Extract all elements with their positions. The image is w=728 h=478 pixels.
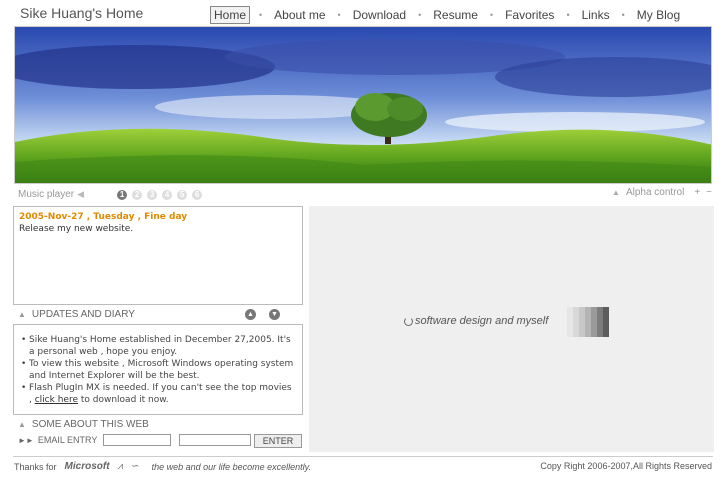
footer-credits: Thanks for Microsoft ⩘ ∽ the web and our… [14, 461, 311, 472]
music-player-label: Music player [18, 189, 75, 200]
site-title: Sike Huang's Home [20, 5, 144, 21]
flash-content-pane: software design and myself [309, 206, 714, 452]
track-6-button[interactable]: 6 [192, 189, 203, 200]
triangle-up-icon: ▲ [18, 310, 26, 319]
email-name-input[interactable] [103, 434, 172, 446]
microsoft-logo: Microsoft [64, 461, 110, 472]
scroll-up-button[interactable]: ▲ [245, 309, 256, 320]
track-5-button[interactable]: 5 [177, 189, 188, 200]
nav-favorites[interactable]: Favorites [502, 7, 557, 23]
alpha-control-label: Alpha control [625, 187, 685, 198]
nav-separator: • [418, 10, 422, 20]
alpha-control: ▲ Alpha control + − [606, 187, 712, 198]
arrow-icon: ►► [18, 435, 34, 445]
nav-download[interactable]: Download [350, 7, 409, 23]
loader-text: software design and myself [415, 315, 549, 327]
main-nav: Home • About me • Download • Resume • Fa… [210, 6, 683, 24]
diary-title: 2005-Nov-27 , Tuesday , Fine day [19, 212, 188, 222]
nav-links[interactable]: Links [579, 7, 613, 23]
nav-separator: • [566, 10, 570, 20]
download-link[interactable]: click here [35, 395, 78, 405]
track-4-button[interactable]: 4 [162, 189, 173, 200]
alpha-plus-button[interactable]: + [694, 187, 700, 198]
updates-heading: UPDATES AND DIARY [31, 309, 135, 320]
thanks-text: Thanks for [14, 461, 57, 472]
nav-separator: • [337, 10, 341, 20]
about-heading-row: ▲ SOME ABOUT THIS WEB [18, 419, 149, 430]
news-box: Sike Huang's Home established in Decembe… [13, 324, 303, 415]
nav-home[interactable]: Home [210, 6, 251, 24]
speaker-icon[interactable]: ◀ [77, 189, 84, 200]
nav-separator: • [489, 10, 494, 20]
triangle-up-icon: ▲ [612, 188, 620, 197]
loader-bars [567, 307, 609, 337]
about-heading: SOME ABOUT THIS WEB [31, 419, 149, 430]
email-address-input[interactable] [179, 434, 252, 446]
nav-separator: • [259, 10, 263, 20]
banner-image [14, 26, 712, 184]
diary-box: 2005-Nov-27 , Tuesday , Fine day Release… [13, 206, 303, 305]
adobe-icon: ⩘ [117, 461, 124, 472]
news-item: To view this website , Microsoft Windows… [21, 358, 297, 382]
music-player: Music player ◀ 1 2 3 4 5 6 [18, 189, 203, 200]
diary-text: Release my new website. [19, 224, 134, 234]
footer-tagline: the web and our life become excellently. [151, 461, 311, 472]
news-item: Flash PlugIn MX is needed. If you can't … [21, 382, 297, 406]
track-2-button[interactable]: 2 [132, 189, 143, 200]
loader: software design and myself [404, 315, 548, 327]
nav-about-me[interactable]: About me [271, 7, 328, 23]
macromedia-icon: ∽ [131, 461, 140, 472]
nav-separator: • [621, 10, 625, 20]
scroll-down-button[interactable]: ▼ [269, 309, 280, 320]
news-item: Sike Huang's Home established in Decembe… [21, 334, 297, 358]
nav-my-blog[interactable]: My Blog [634, 7, 683, 23]
footer-divider [13, 456, 713, 457]
email-label: EMAIL ENTRY [37, 435, 98, 445]
news-text: to download it now. [78, 395, 169, 405]
copyright: Copy Right 2006-2007,All Rights Reserved [540, 461, 712, 471]
enter-button[interactable]: ENTER [254, 434, 302, 448]
updates-heading-row: ▲ UPDATES AND DIARY [18, 309, 135, 320]
nav-resume[interactable]: Resume [430, 7, 481, 23]
triangle-up-icon: ▲ [18, 420, 26, 429]
loader-bar [603, 307, 609, 337]
track-1-button[interactable]: 1 [117, 189, 128, 200]
alpha-minus-button[interactable]: − [706, 187, 712, 198]
spinner-icon [404, 316, 413, 326]
track-3-button[interactable]: 3 [147, 189, 158, 200]
email-entry-row: ►► EMAIL ENTRY [18, 434, 252, 446]
